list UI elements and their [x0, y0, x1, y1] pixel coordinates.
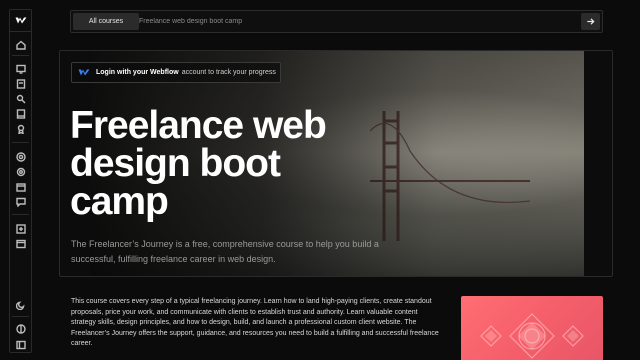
login-prompt[interactable]: Login with your Webflow account to track…: [71, 62, 281, 83]
search-submit-button[interactable]: [581, 13, 600, 30]
rail-divider: [12, 142, 29, 143]
hero-subtitle: The Freelancer’s Journey is a free, comp…: [71, 239, 379, 264]
book-icon[interactable]: [15, 108, 26, 119]
webflow-logo[interactable]: [10, 10, 31, 32]
collapse-sidebar-icon[interactable]: [15, 339, 26, 350]
chat-icon[interactable]: [15, 196, 26, 207]
arrow-right-icon: [587, 18, 595, 25]
settings-icon[interactable]: [15, 166, 26, 177]
all-courses-button[interactable]: All courses: [73, 13, 139, 30]
login-prompt-text: account to track your progress: [181, 69, 276, 76]
page-title: Freelance web design boot camp: [70, 104, 327, 223]
search-input[interactable]: [139, 14, 569, 29]
course-thumbnail: [461, 296, 603, 360]
sidebar-rail: [9, 9, 32, 353]
tools-icon[interactable]: [15, 93, 26, 104]
home-icon[interactable]: [15, 39, 26, 50]
add-icon[interactable]: [15, 223, 26, 234]
courses-icon[interactable]: [15, 63, 26, 74]
course-description: This course covers every step of a typic…: [71, 298, 439, 348]
window-icon[interactable]: [15, 238, 26, 249]
theme-moon-icon[interactable]: [15, 299, 26, 310]
lessons-icon[interactable]: [15, 78, 26, 89]
webflow-icon: [78, 69, 90, 76]
rail-divider: [12, 214, 29, 215]
at-icon[interactable]: [15, 151, 26, 162]
course-search-bar: All courses: [70, 10, 603, 33]
decorative-pattern-graphic: [480, 313, 584, 359]
login-link[interactable]: Login with your Webflow: [96, 69, 179, 76]
bridge-tower-graphic: [370, 111, 530, 241]
course-hero: Login with your Webflow account to track…: [59, 50, 613, 277]
contrast-icon[interactable]: [15, 323, 26, 334]
award-icon[interactable]: [15, 123, 26, 134]
calendar-icon[interactable]: [15, 181, 26, 192]
rail-divider: [12, 55, 29, 56]
rail-divider: [12, 316, 29, 317]
